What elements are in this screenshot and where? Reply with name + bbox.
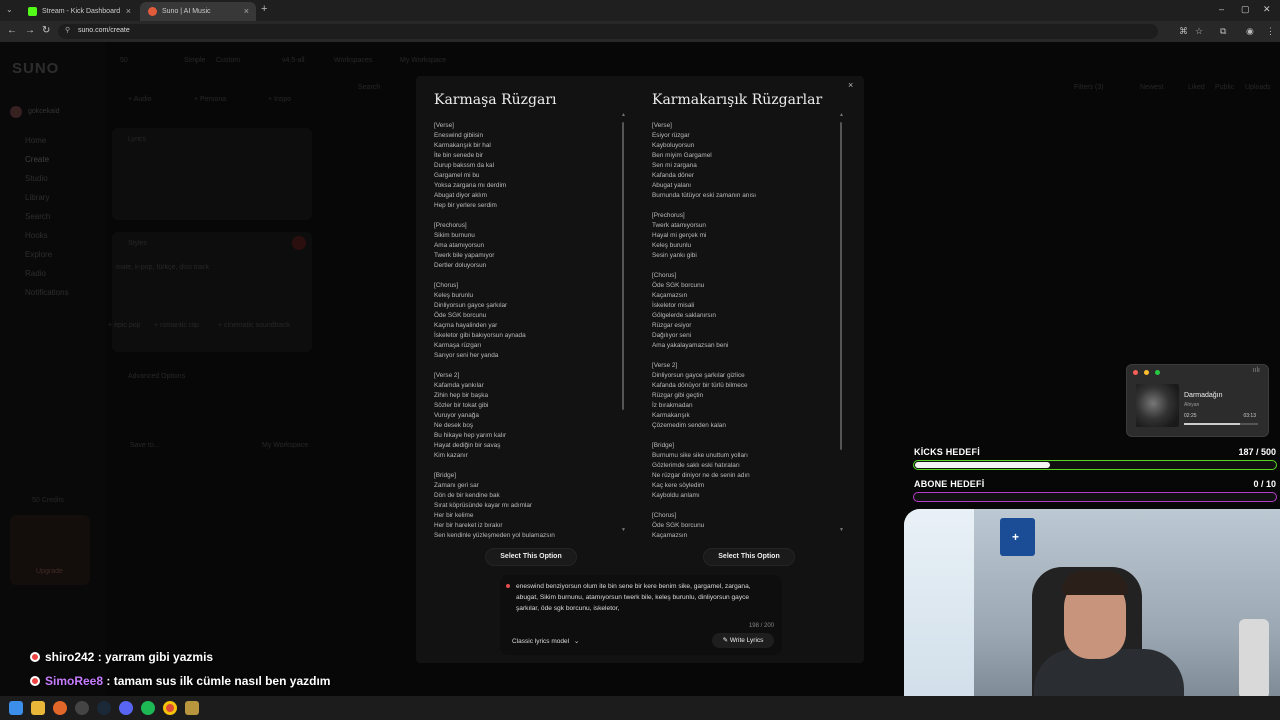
scroll-up-icon[interactable]: ▲ <box>621 112 626 118</box>
song-progress-bar[interactable] <box>1184 423 1258 425</box>
translate-icon[interactable]: ⌘ <box>1179 26 1188 37</box>
option-title: Karmakarışık Rüzgarlar <box>652 92 823 108</box>
select-option-button[interactable]: Select This Option <box>485 548 577 566</box>
minimize-light-icon[interactable] <box>1144 370 1149 375</box>
write-label: Write Lyrics <box>729 637 764 644</box>
current-time: 02:25 <box>1184 413 1197 419</box>
chat-badge-icon <box>30 676 40 686</box>
write-lyrics-button[interactable]: ✎ Write Lyrics <box>712 633 774 648</box>
forward-icon[interactable]: → <box>25 25 35 36</box>
tab-title: Stream - Kick Dashboard <box>42 8 121 15</box>
music-player-widget: ıılı Darmadağın Ahiyan 02:25 03:13 <box>1126 364 1269 437</box>
lyrics-prompt-input[interactable]: eneswind benziyorsun olum ite bin sene b… <box>516 581 762 614</box>
webcam-window <box>904 509 974 720</box>
close-tab-icon[interactable]: × <box>244 6 249 16</box>
chat-username: SimoRee8 <box>45 674 104 688</box>
maximize-icon[interactable]: ▢ <box>1241 4 1250 15</box>
scrollbar[interactable]: ▲ ▼ <box>621 112 626 534</box>
chat-text: : yarram gibi yazmis <box>97 650 214 664</box>
chat-username: shiro242 <box>45 650 95 664</box>
chat-message: shiro242 : yarram gibi yazmis <box>30 650 213 664</box>
kicks-goal-value: 187 / 500 <box>1238 447 1276 457</box>
equalizer-icon: ıılı <box>1252 367 1260 374</box>
tab-kick-dashboard[interactable]: Stream - Kick Dashboard × <box>20 2 138 21</box>
scroll-down-icon[interactable]: ▼ <box>839 527 844 533</box>
wall-poster: + <box>1000 518 1035 556</box>
lyrics-model-select[interactable]: Classic lyrics model ⌄ <box>512 637 579 645</box>
poster-text: + <box>1012 530 1020 544</box>
kicks-goal-label: KİCKS HEDEFİ <box>914 447 980 457</box>
bookmark-star-icon[interactable]: ☆ <box>1195 26 1203 37</box>
spotify-icon[interactable] <box>141 701 155 715</box>
close-light-icon[interactable] <box>1133 370 1138 375</box>
chat-message: SimoRee8 : tamam sus ilk cümle nasıl ben… <box>30 674 330 688</box>
webcam-feed: + <box>904 509 1280 720</box>
lyrics-options-modal: × Karmaşa Rüzgarı [Verse] Eneswind gibii… <box>416 76 864 663</box>
steam-icon[interactable] <box>97 701 111 715</box>
kicks-goal-bar <box>913 460 1277 470</box>
profile-icon[interactable]: ◉ <box>1246 26 1254 37</box>
scroll-down-icon[interactable]: ▼ <box>621 527 626 533</box>
url-field[interactable]: ⚲ suno.com/create <box>58 24 1158 39</box>
scrollbar[interactable]: ▲ ▼ <box>839 112 844 534</box>
url-text: suno.com/create <box>78 27 130 34</box>
abone-goal-bar <box>913 492 1277 502</box>
option-lyrics[interactable]: [Verse] Eneswind gibiisin Karmakarışık b… <box>434 121 620 541</box>
back-icon[interactable]: ← <box>7 25 17 36</box>
model-label: Classic lyrics model <box>512 638 570 645</box>
tab-title: Suno | AI Music <box>162 8 211 15</box>
site-info-icon[interactable]: ⚲ <box>65 26 70 34</box>
song-progress-fill <box>1184 423 1240 425</box>
streamer-hair <box>1062 571 1128 595</box>
total-time: 03:13 <box>1243 413 1256 419</box>
minimize-icon[interactable]: – <box>1219 4 1224 14</box>
zoom-light-icon[interactable] <box>1155 370 1160 375</box>
firefox-icon[interactable] <box>53 701 67 715</box>
abone-goal-label: ABONE HEDEFİ <box>914 479 985 489</box>
album-art <box>1136 384 1179 427</box>
close-icon[interactable]: × <box>848 80 853 90</box>
scroll-thumb[interactable] <box>840 122 842 450</box>
char-count: 198 / 200 <box>748 623 774 629</box>
record-dot-icon <box>506 584 510 588</box>
option-lyrics[interactable]: [Verse] Esiyor rüzgar Kayboluyorsun Ben … <box>652 121 838 541</box>
league-icon[interactable] <box>185 701 199 715</box>
abone-goal-value: 0 / 10 <box>1253 479 1276 489</box>
close-window-icon[interactable]: ✕ <box>1263 4 1271 15</box>
microphone <box>1239 619 1269 699</box>
menu-icon[interactable]: ⋮ <box>1266 26 1275 37</box>
scroll-up-icon[interactable]: ▲ <box>839 112 844 118</box>
kicks-goal-fill <box>915 462 1050 468</box>
close-tab-icon[interactable]: × <box>126 6 131 16</box>
windows-start-icon[interactable] <box>9 701 23 715</box>
chevron-down-icon: ⌄ <box>573 638 580 645</box>
chat-badge-icon <box>30 652 40 662</box>
tab-suno[interactable]: Suno | AI Music × <box>140 2 256 21</box>
browser-tab-bar: ⌄ Stream - Kick Dashboard × Suno | AI Mu… <box>0 0 1280 21</box>
address-bar-row: ← → ↻ ⚲ suno.com/create ⌘ ☆ ⧉ ◉ ⋮ <box>0 21 1280 42</box>
select-option-button[interactable]: Select This Option <box>703 548 795 566</box>
new-tab-icon[interactable]: + <box>261 3 267 15</box>
obs-icon[interactable] <box>75 701 89 715</box>
kick-favicon-icon <box>28 7 37 16</box>
option-title: Karmaşa Rüzgarı <box>434 92 557 108</box>
suno-favicon-icon <box>148 7 157 16</box>
extensions-icon[interactable]: ⧉ <box>1220 26 1226 37</box>
lyrics-prompt-box[interactable]: eneswind benziyorsun olum ite bin sene b… <box>500 575 782 655</box>
file-explorer-icon[interactable] <box>31 701 45 715</box>
pen-icon: ✎ <box>722 637 730 644</box>
song-artist: Ahiyan <box>1184 402 1200 408</box>
tab-search-icon[interactable]: ⌄ <box>6 5 13 14</box>
windows-taskbar <box>0 696 1280 720</box>
scroll-thumb[interactable] <box>622 122 624 410</box>
song-title: Darmadağın <box>1184 392 1223 399</box>
reload-icon[interactable]: ↻ <box>42 25 50 36</box>
chat-text: : tamam sus ilk cümle nasıl ben yazdım <box>106 674 331 688</box>
discord-icon[interactable] <box>119 701 133 715</box>
chrome-icon[interactable] <box>163 701 177 715</box>
